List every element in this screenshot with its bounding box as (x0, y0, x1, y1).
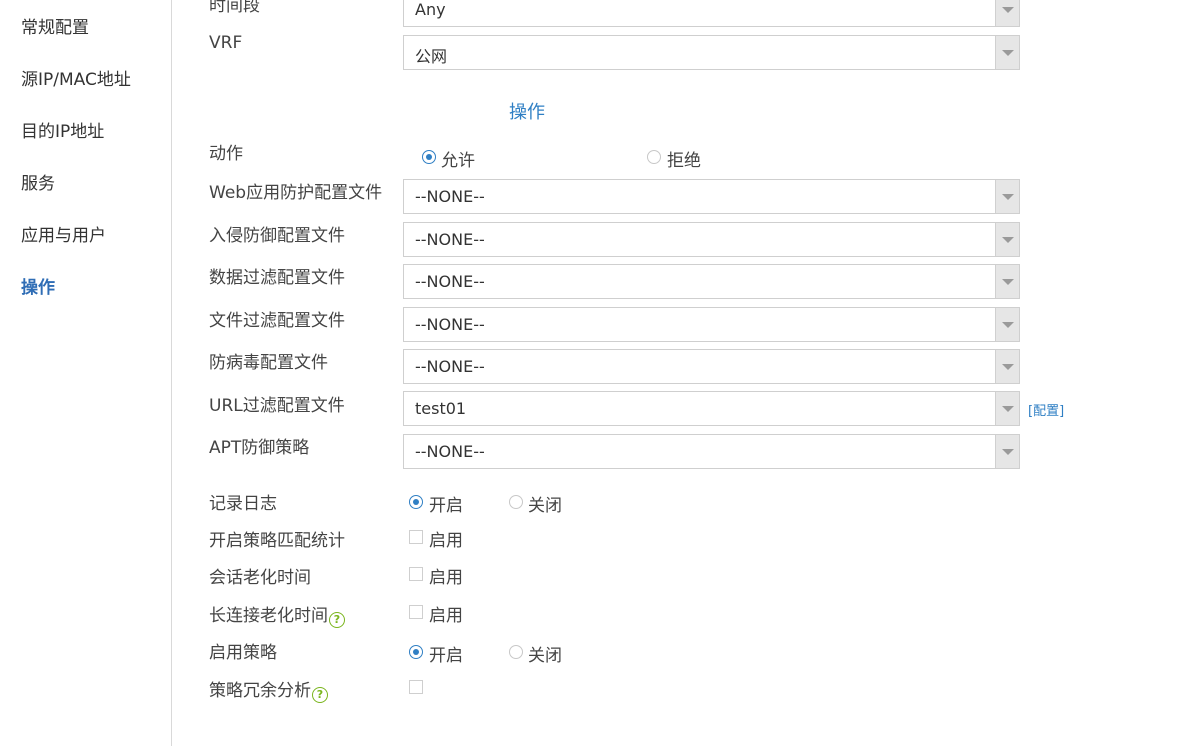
antivirus-profile-value: --NONE-- (415, 357, 485, 376)
ips-profile-select[interactable]: --NONE-- (403, 222, 1020, 257)
vrf-value: 公网 (415, 47, 448, 66)
dropdown-arrow-icon[interactable] (995, 223, 1019, 256)
ips-profile-label: 入侵防御配置文件 (209, 226, 345, 246)
sidebar: 常规配置 源IP/MAC地址 目的IP地址 服务 应用与用户 操作 (0, 0, 172, 746)
match-stats-checkbox[interactable] (409, 530, 423, 544)
data-filter-profile-value: --NONE-- (415, 272, 485, 291)
main-form: 时间段 Any VRF 公网 操作 动作 允许 拒绝 Web应用防护配置文件 -… (172, 0, 1190, 746)
url-filter-profile-value: test01 (415, 399, 467, 418)
log-on-radio[interactable] (409, 495, 423, 509)
sidebar-item-destination-ip[interactable]: 目的IP地址 (21, 117, 104, 142)
sidebar-item-general[interactable]: 常规配置 (21, 13, 89, 38)
section-title-action: 操作 (509, 102, 545, 123)
antivirus-profile-select[interactable]: --NONE-- (403, 349, 1020, 384)
url-filter-profile-select[interactable]: test01 (403, 391, 1020, 426)
enable-policy-off-radio[interactable] (509, 645, 523, 659)
long-conn-aging-label: 长连接老化时间? (209, 601, 345, 628)
vrf-select[interactable]: 公网 (403, 35, 1020, 70)
sidebar-item-action[interactable]: 操作 (21, 273, 55, 298)
help-icon[interactable]: ? (329, 612, 345, 628)
log-off-label[interactable]: 关闭 (528, 491, 562, 516)
action-deny-label[interactable]: 拒绝 (667, 146, 701, 171)
redundancy-label: 策略冗余分析? (209, 676, 328, 703)
sidebar-item-source-ip-mac[interactable]: 源IP/MAC地址 (21, 65, 131, 90)
log-label: 记录日志 (209, 494, 277, 514)
session-aging-checkbox[interactable] (409, 567, 423, 581)
dropdown-arrow-icon[interactable] (995, 350, 1019, 383)
apt-policy-label: APT防御策略 (209, 438, 310, 458)
dropdown-arrow-icon[interactable] (995, 36, 1019, 69)
help-icon[interactable]: ? (312, 687, 328, 703)
enable-policy-label: 启用策略 (209, 643, 277, 663)
log-on-label[interactable]: 开启 (429, 491, 463, 516)
dropdown-arrow-icon[interactable] (995, 308, 1019, 341)
enable-policy-off-label[interactable]: 关闭 (528, 641, 562, 666)
long-conn-aging-enable-label[interactable]: 启用 (429, 601, 463, 626)
ips-profile-value: --NONE-- (415, 230, 485, 249)
waf-profile-select[interactable]: --NONE-- (403, 179, 1020, 214)
sidebar-item-app-user[interactable]: 应用与用户 (21, 221, 106, 246)
time-range-select[interactable]: Any (403, 0, 1020, 27)
file-filter-profile-value: --NONE-- (415, 315, 485, 334)
url-filter-config-link[interactable]: [配置] (1028, 400, 1064, 419)
data-filter-profile-select[interactable]: --NONE-- (403, 264, 1020, 299)
waf-profile-value: --NONE-- (415, 187, 485, 206)
session-aging-enable-label[interactable]: 启用 (429, 563, 463, 588)
enable-policy-on-label[interactable]: 开启 (429, 641, 463, 666)
session-aging-label: 会话老化时间 (209, 568, 311, 588)
dropdown-arrow-icon[interactable] (995, 392, 1019, 425)
action-allow-radio[interactable] (422, 150, 436, 164)
redundancy-text: 策略冗余分析 (209, 681, 311, 701)
match-stats-enable-label[interactable]: 启用 (429, 526, 463, 551)
long-conn-aging-text: 长连接老化时间 (209, 606, 328, 626)
action-label: 动作 (209, 144, 243, 164)
apt-policy-value: --NONE-- (415, 442, 485, 461)
waf-profile-label: Web应用防护配置文件 (209, 183, 383, 203)
vrf-label: VRF (209, 33, 243, 53)
action-deny-radio[interactable] (647, 150, 661, 164)
long-conn-aging-checkbox[interactable] (409, 605, 423, 619)
data-filter-profile-label: 数据过滤配置文件 (209, 268, 345, 288)
dropdown-arrow-icon[interactable] (995, 435, 1019, 468)
time-range-value: Any (415, 0, 446, 19)
dropdown-arrow-icon[interactable] (995, 265, 1019, 298)
url-filter-profile-label: URL过滤配置文件 (209, 396, 345, 416)
dropdown-arrow-icon[interactable] (995, 180, 1019, 213)
time-range-label: 时间段 (209, 0, 260, 16)
file-filter-profile-select[interactable]: --NONE-- (403, 307, 1020, 342)
apt-policy-select[interactable]: --NONE-- (403, 434, 1020, 469)
action-allow-label[interactable]: 允许 (441, 146, 475, 171)
file-filter-profile-label: 文件过滤配置文件 (209, 311, 345, 331)
dropdown-arrow-icon[interactable] (995, 0, 1019, 26)
log-off-radio[interactable] (509, 495, 523, 509)
redundancy-checkbox[interactable] (409, 680, 423, 694)
match-stats-label: 开启策略匹配统计 (209, 531, 345, 551)
enable-policy-on-radio[interactable] (409, 645, 423, 659)
sidebar-item-service[interactable]: 服务 (21, 169, 55, 194)
antivirus-profile-label: 防病毒配置文件 (209, 353, 328, 373)
